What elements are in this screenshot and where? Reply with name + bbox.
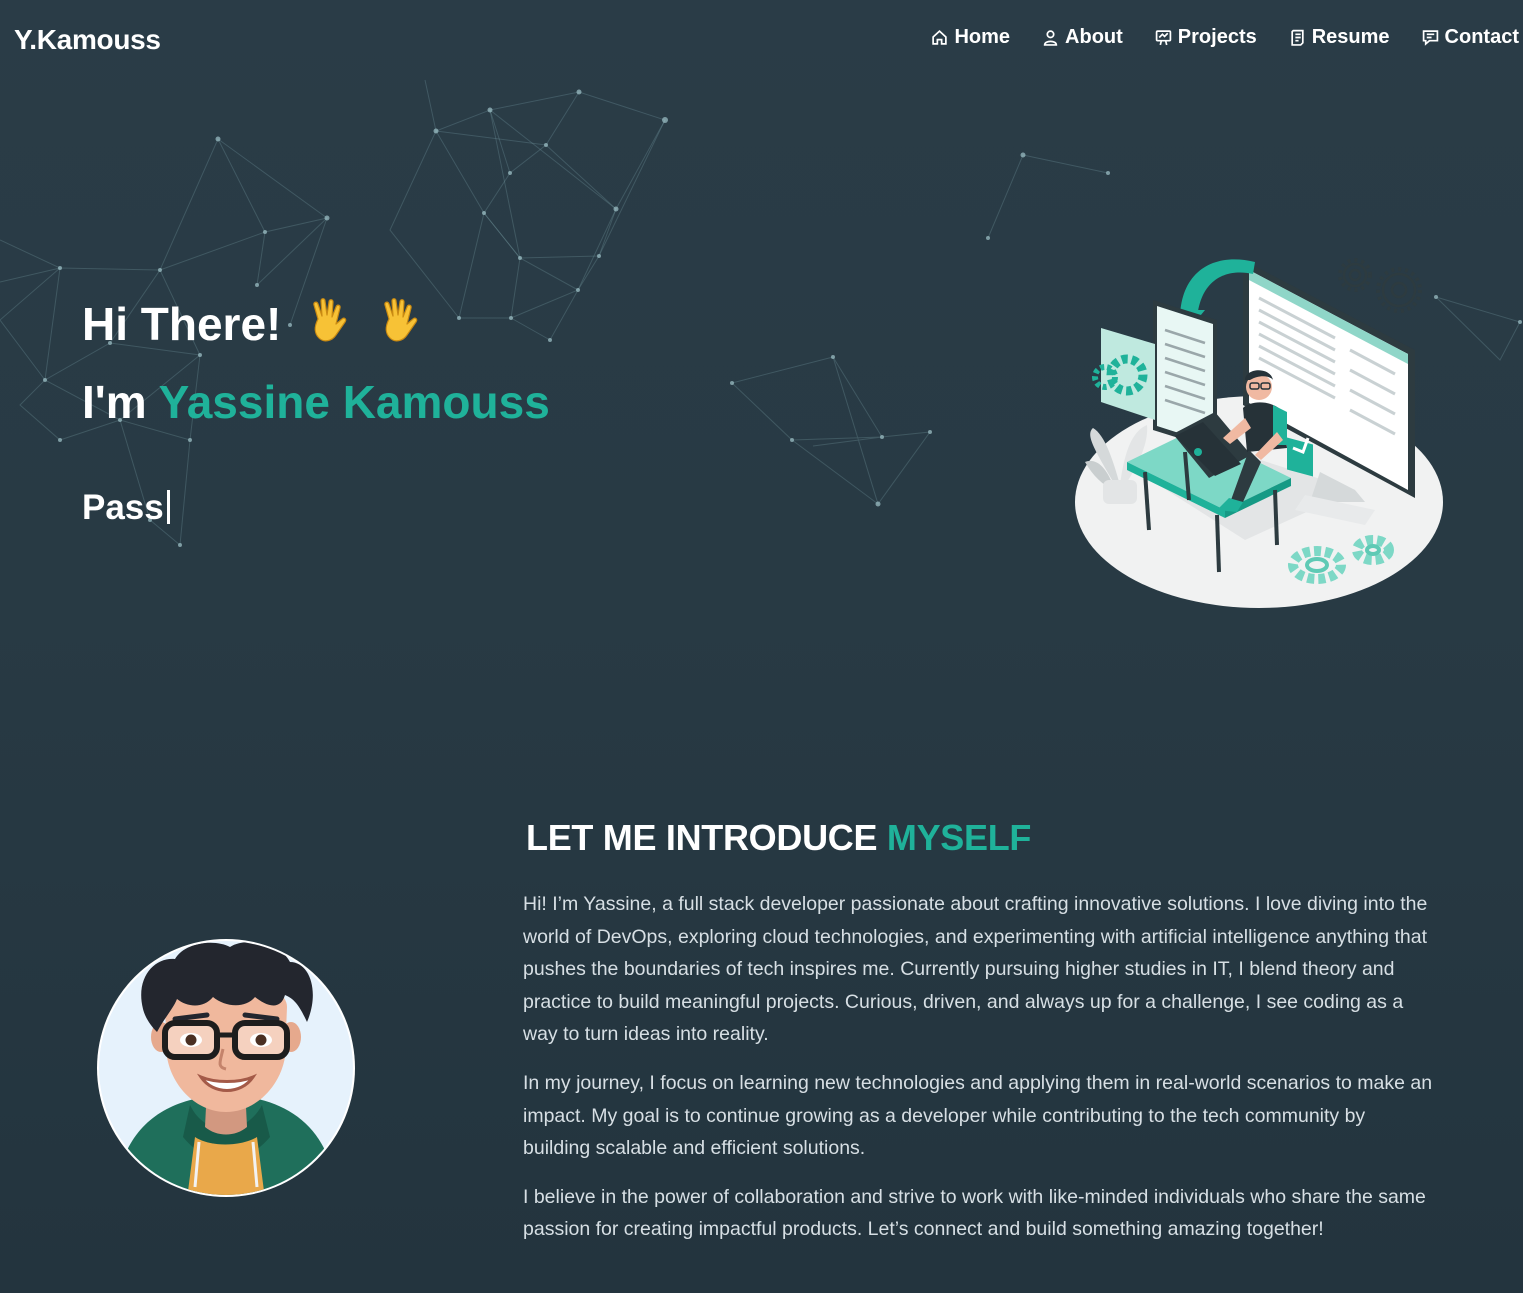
nav-label: Projects (1177, 26, 1257, 48)
hero-greeting: Hi There! (82, 296, 423, 359)
heading-accent: MYSELF (886, 817, 1032, 858)
navbar: Y.Kamouss Home About Projects Resume Con… (0, 0, 1523, 80)
about-text: Hi! I’m Yassine, a full stack developer … (523, 888, 1435, 1262)
home-icon (932, 29, 948, 45)
document-icon (1291, 29, 1304, 46)
nav-label: Contact (1444, 26, 1519, 48)
nav-item-about[interactable]: About (1042, 26, 1123, 49)
nav-item-contact[interactable]: Contact (1422, 26, 1519, 49)
greeting-text: Hi There! (82, 298, 282, 350)
about-paragraph: I believe in the power of collaboration … (523, 1185, 1426, 1241)
wave-icon (375, 297, 423, 359)
brand-logo[interactable]: Y.Kamouss (14, 24, 161, 56)
heading-main: LET ME INTRODUCE (526, 817, 878, 858)
typed-text: Pass (82, 488, 164, 527)
hero-name: Yassine Kamouss (158, 376, 550, 428)
intro-prefix: I'm (82, 376, 147, 428)
wave-icon (304, 297, 352, 359)
nav-label: Resume (1311, 26, 1390, 48)
nav-item-resume[interactable]: Resume (1289, 26, 1390, 49)
presentation-icon (1155, 30, 1172, 46)
developer-workspace-illustration (1075, 258, 1443, 608)
nav-label: Home (954, 26, 1011, 48)
nav-label: About (1065, 26, 1123, 48)
about-paragraph: In my journey, I focus on learning new t… (523, 1071, 1433, 1160)
nav-menu: Home About Projects Resume Contact (899, 26, 1519, 49)
nav-item-home[interactable]: Home (931, 26, 1010, 49)
chat-icon (1422, 30, 1438, 46)
about-paragraph: Hi! I’m Yassine, a full stack developer … (523, 893, 1428, 1046)
avatar-illustration (97, 939, 355, 1197)
nav-item-projects[interactable]: Projects (1155, 26, 1257, 49)
typing-cursor (166, 490, 170, 524)
hero-name-line: I'm Yassine Kamouss (82, 374, 550, 430)
user-icon (1043, 30, 1058, 46)
typewriter-text: Pass (82, 486, 170, 530)
about-heading: LET ME INTRODUCE MYSELF (526, 816, 1031, 860)
